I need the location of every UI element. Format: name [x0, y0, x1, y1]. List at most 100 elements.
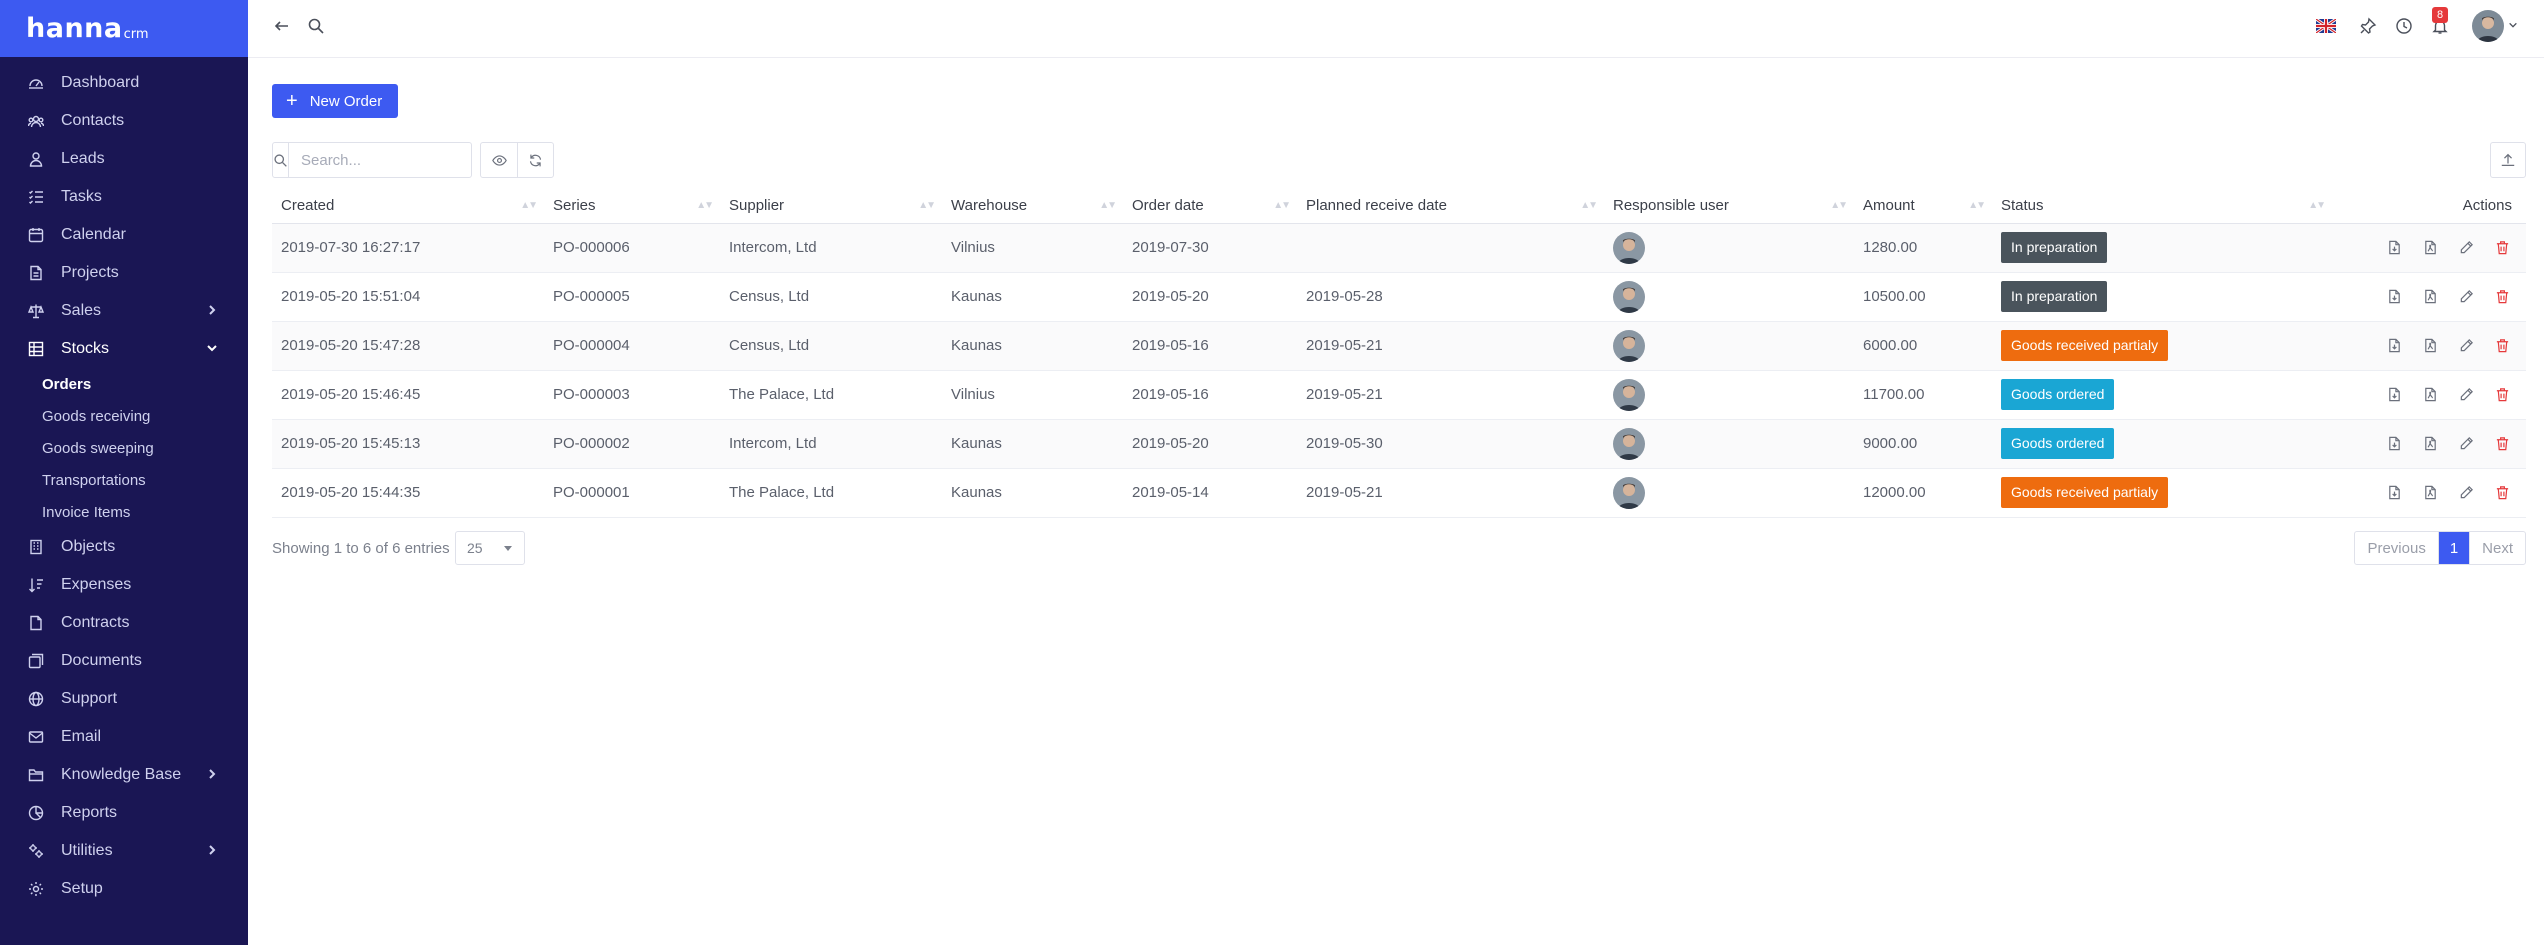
sidebar-item-expenses[interactable]: Expenses	[0, 566, 248, 604]
table-row[interactable]: 2019-05-20 15:46:45 PO-000003 The Palace…	[272, 370, 2526, 420]
cell-series[interactable]: PO-000001	[544, 468, 720, 518]
user-avatar[interactable]	[1613, 378, 1645, 411]
user-avatar[interactable]	[1613, 329, 1645, 362]
sidebar-item-email[interactable]: Email	[0, 718, 248, 756]
sidebar-item-dashboard[interactable]: Dashboard	[0, 64, 248, 102]
pagination-previous[interactable]: Previous	[2355, 532, 2437, 564]
column-header-series[interactable]: Series ▲▼	[544, 189, 720, 224]
user-avatar[interactable]	[2472, 10, 2504, 42]
user-avatar[interactable]	[1613, 231, 1645, 264]
back-arrow-icon[interactable]	[272, 16, 292, 36]
delete-trash-icon[interactable]	[2493, 483, 2512, 502]
sidebar-item-contracts[interactable]: Contracts	[0, 604, 248, 642]
sidebar-item-label: Support	[61, 690, 118, 707]
sidebar-item-utilities[interactable]: Utilities	[0, 832, 248, 870]
delete-trash-icon[interactable]	[2493, 385, 2512, 404]
edit-pencil-icon[interactable]	[2457, 336, 2476, 355]
sidebar-item-stocks[interactable]: Stocks	[0, 330, 248, 368]
pagination-page-current[interactable]: 1	[2437, 532, 2470, 564]
reports-icon	[28, 805, 44, 821]
column-header-status[interactable]: Status ▲▼	[1992, 189, 2332, 224]
sidebar-item-reports[interactable]: Reports	[0, 794, 248, 832]
sidebar-item-contacts[interactable]: Contacts	[0, 102, 248, 140]
refresh-icon[interactable]	[517, 143, 553, 177]
export-upload-icon[interactable]	[2490, 142, 2526, 178]
pdf-download-icon[interactable]	[2385, 385, 2404, 404]
pdf-view-icon[interactable]	[2421, 434, 2440, 453]
pdf-view-icon[interactable]	[2421, 336, 2440, 355]
search-input[interactable]	[289, 143, 500, 177]
cell-amount: 6000.00	[1854, 321, 1992, 371]
column-header-amount[interactable]: Amount ▲▼	[1854, 189, 1992, 224]
pdf-view-icon[interactable]	[2421, 238, 2440, 257]
sidebar-item-label: Dashboard	[61, 74, 140, 91]
user-avatar[interactable]	[1613, 476, 1645, 509]
sidebar-item-objects[interactable]: Objects	[0, 528, 248, 566]
chevron-down-icon[interactable]	[2506, 18, 2520, 32]
delete-trash-icon[interactable]	[2493, 238, 2512, 257]
edit-pencil-icon[interactable]	[2457, 238, 2476, 257]
sidebar-item-setup[interactable]: Setup	[0, 870, 248, 908]
edit-pencil-icon[interactable]	[2457, 287, 2476, 306]
cell-series[interactable]: PO-000004	[544, 321, 720, 371]
column-header-supplier[interactable]: Supplier ▲▼	[720, 189, 942, 224]
brand-logo[interactable]: hanna crm	[0, 0, 248, 57]
delete-trash-icon[interactable]	[2493, 434, 2512, 453]
pdf-view-icon[interactable]	[2421, 287, 2440, 306]
page-size-select[interactable]: 25	[455, 531, 525, 565]
submenu-item-invoice-items[interactable]: Invoice Items	[42, 496, 248, 528]
pdf-download-icon[interactable]	[2385, 483, 2404, 502]
delete-trash-icon[interactable]	[2493, 287, 2512, 306]
cell-responsible-user	[1604, 468, 1854, 518]
clock-icon[interactable]	[2394, 16, 2414, 36]
sidebar-nav: Dashboard Contacts Leads Tasks Calendar …	[0, 64, 248, 908]
pdf-download-icon[interactable]	[2385, 287, 2404, 306]
user-avatar[interactable]	[1613, 280, 1645, 313]
pagination-next[interactable]: Next	[2469, 532, 2525, 564]
pdf-view-icon[interactable]	[2421, 483, 2440, 502]
sidebar-item-knowledge-base[interactable]: Knowledge Base	[0, 756, 248, 794]
cell-series[interactable]: PO-000006	[544, 223, 720, 273]
sidebar-item-tasks[interactable]: Tasks	[0, 178, 248, 216]
table-row[interactable]: 2019-05-20 15:44:35 PO-000001 The Palace…	[272, 468, 2526, 518]
edit-pencil-icon[interactable]	[2457, 385, 2476, 404]
column-header-created[interactable]: Created ▲▼	[272, 189, 544, 224]
user-avatar[interactable]	[1613, 427, 1645, 460]
submenu-item-transportations[interactable]: Transportations	[42, 464, 248, 496]
column-header-label: Created	[281, 197, 335, 215]
column-header-order-date[interactable]: Order date ▲▼	[1123, 189, 1297, 224]
column-header-responsible-user[interactable]: Responsible user ▲▼	[1604, 189, 1854, 224]
uk-flag-icon[interactable]	[2316, 16, 2336, 36]
sidebar-item-sales[interactable]: Sales	[0, 292, 248, 330]
pdf-download-icon[interactable]	[2385, 434, 2404, 453]
column-header-warehouse[interactable]: Warehouse ▲▼	[942, 189, 1123, 224]
eye-icon[interactable]	[481, 143, 517, 177]
delete-trash-icon[interactable]	[2493, 336, 2512, 355]
pdf-download-icon[interactable]	[2385, 336, 2404, 355]
pdf-download-icon[interactable]	[2385, 238, 2404, 257]
table-row[interactable]: 2019-07-30 16:27:17 PO-000006 Intercom, …	[272, 223, 2526, 273]
sidebar-item-projects[interactable]: Projects	[0, 254, 248, 292]
sidebar-item-calendar[interactable]: Calendar	[0, 216, 248, 254]
pdf-view-icon[interactable]	[2421, 385, 2440, 404]
submenu-item-goods-receiving[interactable]: Goods receiving	[42, 400, 248, 432]
cell-series[interactable]: PO-000003	[544, 370, 720, 420]
table-row[interactable]: 2019-05-20 15:45:13 PO-000002 Intercom, …	[272, 419, 2526, 469]
table-row[interactable]: 2019-05-20 15:51:04 PO-000005 Census, Lt…	[272, 272, 2526, 322]
edit-pencil-icon[interactable]	[2457, 434, 2476, 453]
sidebar-item-leads[interactable]: Leads	[0, 140, 248, 178]
sidebar-item-support[interactable]: Support	[0, 680, 248, 718]
table-row[interactable]: 2019-05-20 15:47:28 PO-000004 Census, Lt…	[272, 321, 2526, 371]
new-order-button[interactable]: + New Order	[272, 84, 399, 118]
cell-series[interactable]: PO-000002	[544, 419, 720, 469]
submenu-item-goods-sweeping[interactable]: Goods sweeping	[42, 432, 248, 464]
edit-pencil-icon[interactable]	[2457, 483, 2476, 502]
column-header-planned-receive-date[interactable]: Planned receive date ▲▼	[1297, 189, 1604, 224]
submenu-item-orders[interactable]: Orders	[42, 368, 248, 400]
cell-order-date: 2019-05-16	[1123, 370, 1297, 420]
search-icon[interactable]	[306, 16, 326, 36]
pin-icon[interactable]	[2358, 16, 2378, 36]
sidebar-item-documents[interactable]: Documents	[0, 642, 248, 680]
entries-info: Showing 1 to 6 of 6 entries	[272, 540, 450, 557]
cell-series[interactable]: PO-000005	[544, 272, 720, 322]
